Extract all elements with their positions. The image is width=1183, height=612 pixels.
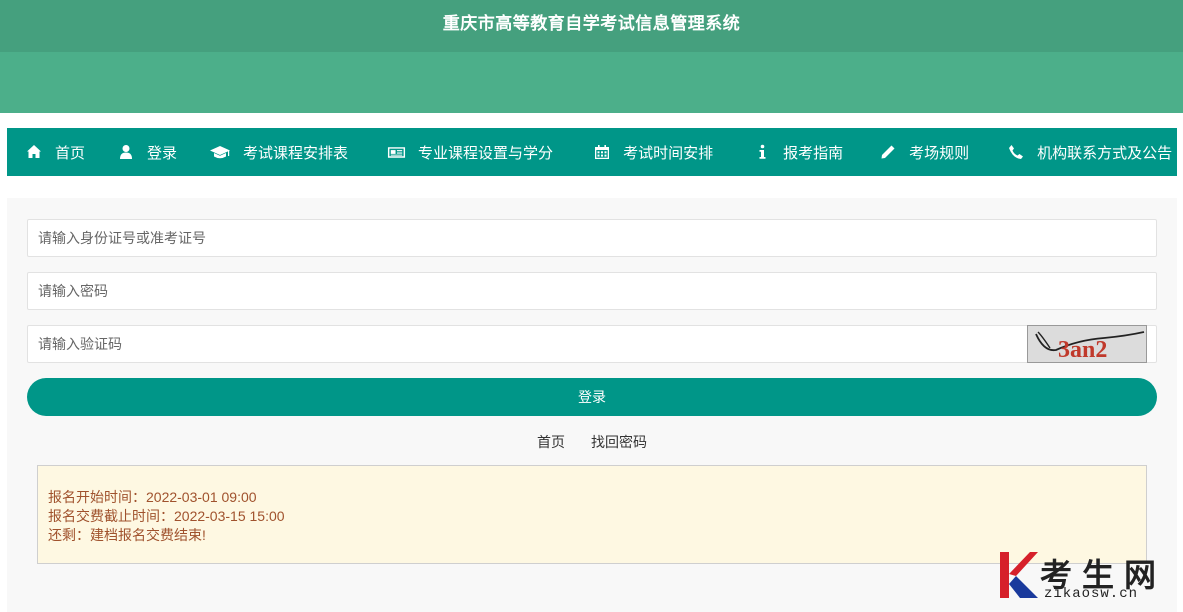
newspaper-icon [386, 143, 406, 161]
footer-links: 首页 找回密码 [7, 432, 1177, 452]
nav-item-guide[interactable]: 报考指南 [753, 128, 843, 176]
captcha-text: 3an2 [1058, 337, 1107, 362]
home-link[interactable]: 首页 [537, 432, 565, 452]
pencil-icon [879, 143, 897, 161]
nav-item-label: 登录 [147, 144, 178, 162]
captcha-graphic: 3an2 [1035, 331, 1145, 363]
nav-item-label: 首页 [55, 144, 86, 162]
nav-item-label: 专业课程设置与学分 [418, 144, 554, 162]
brand-domain: zikaosw.cn [1044, 586, 1139, 602]
nav-item-contact[interactable]: 机构联系方式及公告 [1007, 128, 1172, 176]
nav-item-label: 考试课程安排表 [243, 144, 349, 162]
nav-item-label: 考场规则 [909, 144, 970, 162]
watermark-logo: 考生网 zikaosw.cn [998, 548, 1178, 604]
user-icon [117, 143, 135, 161]
id-number-input[interactable] [27, 219, 1157, 257]
nav-item-major-courses[interactable]: 专业课程设置与学分 [386, 128, 553, 176]
password-input[interactable] [27, 272, 1157, 310]
page-title: 重庆市高等教育自学考试信息管理系统 [442, 14, 741, 33]
header-title-bar: 重庆市高等教育自学考试信息管理系统 [0, 0, 1183, 52]
captcha-image[interactable]: 3an2 [1027, 325, 1147, 363]
login-button[interactable]: 登录 [27, 378, 1157, 416]
main-nav: 首页 登录 考试课程安排表 专业课程设置与学分 考试时间安排 报考指南 考场规则… [7, 128, 1177, 176]
notice-start-time: 报名开始时间：2022-03-01 09:00 [48, 489, 257, 505]
header-banner: 重庆市高等教育自学考试信息管理系统 [0, 0, 1183, 113]
nav-item-label: 报考指南 [783, 144, 844, 162]
nav-item-label: 机构联系方式及公告 [1037, 144, 1173, 162]
nav-item-label: 考试时间安排 [623, 144, 714, 162]
nav-item-exam-rules[interactable]: 考场规则 [879, 128, 969, 176]
calendar-icon [593, 143, 611, 161]
recover-password-link[interactable]: 找回密码 [591, 432, 647, 452]
nav-item-exam-schedule[interactable]: 考试课程安排表 [209, 128, 348, 176]
phone-icon [1007, 143, 1025, 161]
graduation-cap-icon [209, 143, 231, 161]
captcha-input[interactable] [27, 325, 1157, 363]
home-icon [25, 143, 43, 161]
info-icon [753, 143, 771, 161]
nav-item-exam-time[interactable]: 考试时间安排 [593, 128, 713, 176]
nav-item-login[interactable]: 登录 [117, 128, 177, 176]
notice-remaining: 还剩：建档报名交费结束! [48, 527, 206, 543]
registration-notice: 报名开始时间：2022-03-01 09:00 报名交费截止时间：2022-03… [37, 465, 1147, 564]
notice-deadline: 报名交费截止时间：2022-03-15 15:00 [48, 508, 285, 524]
nav-item-home[interactable]: 首页 [25, 128, 85, 176]
k-logo-icon [1000, 552, 1038, 598]
